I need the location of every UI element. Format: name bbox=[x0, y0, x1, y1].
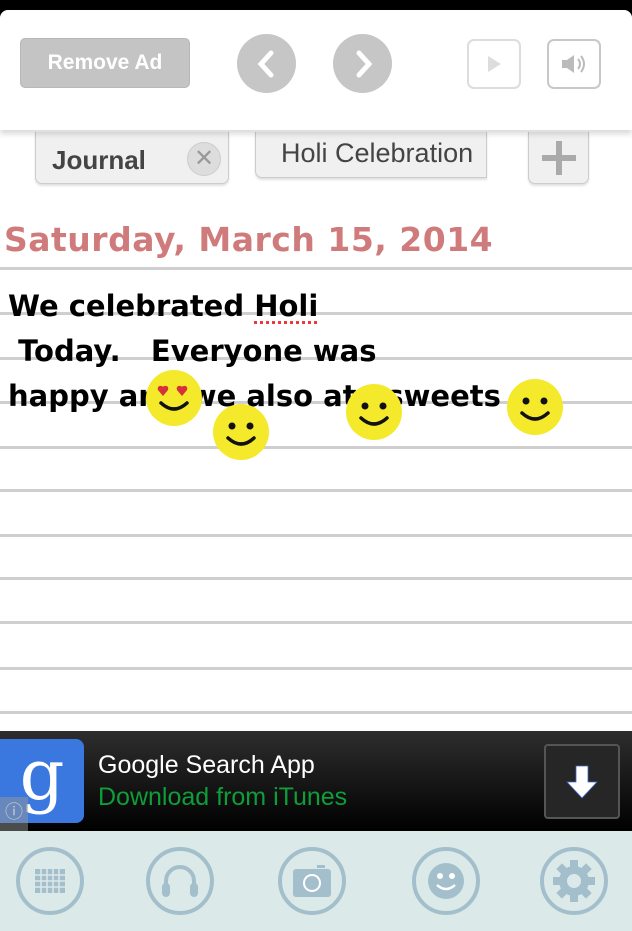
app-window: Remove Ad Journal ✕ Holi Celebration Sat… bbox=[0, 10, 632, 931]
play-button[interactable] bbox=[467, 39, 521, 89]
smiley-emoji-sticker[interactable] bbox=[213, 404, 269, 460]
tab-holi-celebration[interactable]: Holi Celebration bbox=[255, 132, 487, 178]
calendar-button[interactable] bbox=[16, 847, 84, 915]
camera-button[interactable] bbox=[278, 847, 346, 915]
ad-download-button[interactable] bbox=[544, 744, 620, 819]
speaker-icon bbox=[562, 55, 585, 73]
ad-subtitle: Download from iTunes bbox=[98, 783, 348, 811]
chevron-left-icon bbox=[257, 50, 273, 77]
sound-button[interactable] bbox=[547, 39, 601, 89]
camera-icon bbox=[293, 865, 331, 897]
tab-journal[interactable]: Journal ✕ bbox=[35, 132, 229, 184]
misspelled-word[interactable]: Holi bbox=[254, 289, 318, 323]
remove-ad-button[interactable]: Remove Ad bbox=[20, 38, 190, 88]
add-tab-button[interactable] bbox=[528, 132, 589, 184]
bottom-bar bbox=[0, 831, 632, 931]
chevron-right-icon bbox=[356, 50, 372, 77]
next-button[interactable] bbox=[333, 34, 392, 93]
entry-text-part: We celebrated bbox=[8, 289, 255, 323]
stickers-button[interactable] bbox=[412, 847, 480, 915]
gear-icon bbox=[553, 860, 595, 902]
tab-label: Journal bbox=[52, 145, 146, 175]
ad-banner[interactable]: g ⓘ Google Search App Download from iTun… bbox=[0, 731, 632, 831]
ad-title: Google Search App bbox=[98, 751, 315, 779]
previous-button[interactable] bbox=[237, 34, 296, 93]
smiley-icon bbox=[428, 863, 464, 899]
play-icon bbox=[488, 56, 501, 72]
close-tab-icon[interactable]: ✕ bbox=[187, 142, 221, 176]
entry-text-part: Today. Everyone was bbox=[8, 334, 377, 368]
audio-button[interactable] bbox=[146, 847, 214, 915]
heart-eyes-emoji-sticker[interactable] bbox=[146, 370, 202, 426]
settings-button[interactable] bbox=[540, 847, 608, 915]
tab-label: Holi Celebration bbox=[281, 138, 474, 168]
headphones-icon bbox=[162, 865, 198, 897]
ad-info-icon[interactable]: ⓘ bbox=[0, 797, 28, 831]
entry-date: Saturday, March 15, 2014 bbox=[4, 220, 494, 259]
calendar-grid-icon bbox=[35, 869, 65, 893]
smiley-emoji-sticker[interactable] bbox=[346, 384, 402, 440]
smiley-emoji-sticker[interactable] bbox=[507, 379, 563, 435]
top-toolbar: Remove Ad bbox=[0, 10, 632, 130]
plus-icon bbox=[542, 141, 576, 175]
download-arrow-icon bbox=[566, 765, 598, 799]
